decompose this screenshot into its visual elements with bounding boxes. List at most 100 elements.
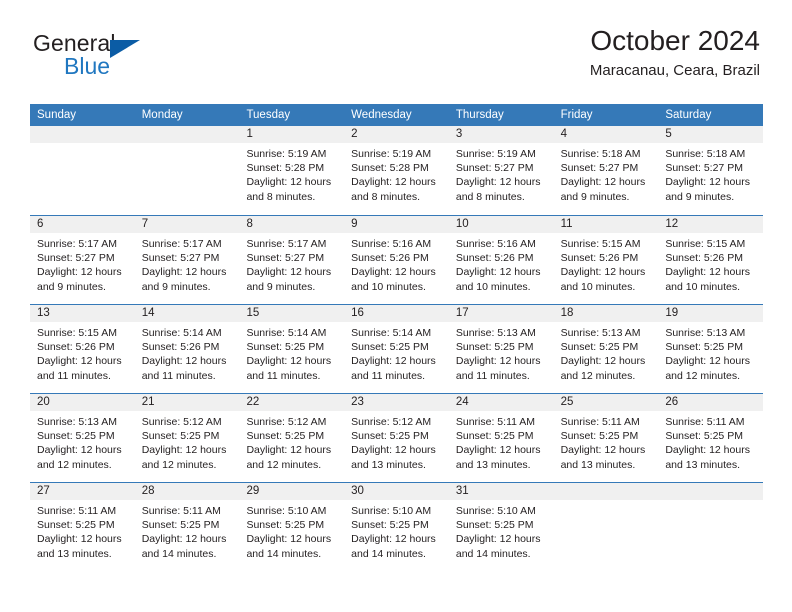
day-details: Sunrise: 5:14 AM Sunset: 5:26 PM Daylight:… [135, 322, 240, 383]
day-number: 27 [30, 483, 135, 500]
daylight-line-1: Daylight: 12 hours [455, 176, 541, 189]
day-details: Sunrise: 5:18 AM Sunset: 5:27 PM Daylight:… [658, 143, 763, 204]
daylight-line-2: and 9 minutes. [141, 280, 211, 293]
calendar-week-row: 6 Sunrise: 5:17 AM Sunset: 5:27 PM Daylight… [30, 215, 764, 304]
daylight-line-1: Daylight: 12 hours [37, 355, 122, 368]
sunset-time: Sunset: 5:25 PM [141, 430, 220, 443]
day-details: Sunrise: 5:12 AM Sunset: 5:25 PM Daylight:… [344, 411, 449, 472]
daylight-line-2: and 8 minutes. [351, 190, 421, 203]
daylight-line-1: Daylight: 12 hours [455, 444, 541, 457]
sunset-time: Sunset: 5:25 PM [37, 430, 115, 443]
calendar-day-cell[interactable]: 29 Sunrise: 5:10 AM Sunset: 5:25 PM Dayligh… [239, 483, 345, 571]
daylight-line-2: and 8 minutes. [246, 190, 316, 203]
calendar-day-cell[interactable]: 31 Sunrise: 5:10 AM Sunset: 5:25 PM Dayligh… [448, 483, 554, 571]
calendar-day-cell[interactable]: 7 Sunrise: 5:17 AM Sunset: 5:27 PM Daylight… [134, 216, 240, 304]
calendar-day-cell[interactable]: 30 Sunrise: 5:10 AM Sunset: 5:25 PM Dayligh… [344, 483, 449, 571]
sunrise-time: Sunrise: 5:13 AM [455, 327, 536, 339]
calendar-day-cell[interactable]: 21 Sunrise: 5:12 AM Sunset: 5:25 PM Dayligh… [134, 394, 240, 482]
sunrise-time: Sunrise: 5:12 AM [351, 416, 432, 428]
daylight-line-2: and 10 minutes. [560, 280, 636, 293]
calendar-day-cell[interactable]: 20 Sunrise: 5:13 AM Sunset: 5:25 PM Dayligh… [30, 394, 135, 482]
calendar-day-cell[interactable]: 22 Sunrise: 5:12 AM Sunset: 5:25 PM Dayligh… [239, 394, 345, 482]
calendar-day-cell[interactable]: 23 Sunrise: 5:12 AM Sunset: 5:25 PM Dayligh… [344, 394, 449, 482]
daylight-line-2: and 12 minutes. [141, 458, 217, 471]
day-number: 18 [553, 305, 659, 322]
calendar-day-cell[interactable]: 18 Sunrise: 5:13 AM Sunset: 5:25 PM Dayligh… [553, 305, 659, 393]
calendar-day-cell[interactable]: 16 Sunrise: 5:14 AM Sunset: 5:25 PM Dayligh… [344, 305, 449, 393]
daylight-line-2: and 9 minutes. [665, 190, 735, 203]
sunrise-time: Sunrise: 5:19 AM [455, 148, 536, 160]
day-number: 9 [344, 216, 449, 233]
calendar-day-cell[interactable]: 1 Sunrise: 5:19 AM Sunset: 5:28 PM Daylight… [239, 126, 345, 215]
calendar-day-cell[interactable]: 17 Sunrise: 5:13 AM Sunset: 5:25 PM Dayligh… [448, 305, 554, 393]
calendar-day-cell[interactable]: 27 Sunrise: 5:11 AM Sunset: 5:25 PM Dayligh… [30, 483, 135, 571]
calendar-day-cell-empty [134, 126, 240, 215]
calendar-day-cell[interactable]: 19 Sunrise: 5:13 AM Sunset: 5:25 PM Dayligh… [658, 305, 764, 393]
calendar-day-cell[interactable]: 28 Sunrise: 5:11 AM Sunset: 5:25 PM Dayligh… [134, 483, 240, 571]
sunrise-time: Sunrise: 5:11 AM [141, 505, 221, 517]
day-number: 2 [344, 126, 449, 143]
sunrise-time: Sunrise: 5:15 AM [37, 327, 117, 339]
daylight-line-2: and 8 minutes. [455, 190, 525, 203]
sunset-time: Sunset: 5:26 PM [37, 341, 115, 354]
daylight-line-1: Daylight: 12 hours [246, 176, 332, 189]
day-number: 3 [448, 126, 554, 143]
day-details: Sunrise: 5:13 AM Sunset: 5:25 PM Daylight:… [30, 411, 135, 472]
daylight-line-2: and 13 minutes. [37, 547, 112, 560]
daylight-line-1: Daylight: 12 hours [351, 533, 436, 546]
calendar-day-cell[interactable]: 26 Sunrise: 5:11 AM Sunset: 5:25 PM Dayligh… [658, 394, 764, 482]
calendar-grid: Sunday Monday Tuesday Wednesday Thursday Frid… [30, 104, 764, 571]
calendar-day-cell[interactable]: 3 Sunrise: 5:19 AM Sunset: 5:27 PM Daylight… [448, 126, 554, 215]
sunset-time: Sunset: 5:25 PM [351, 430, 429, 443]
calendar-day-cell[interactable]: 14 Sunrise: 5:14 AM Sunset: 5:26 PM Dayligh… [134, 305, 240, 393]
sunrise-time: Sunrise: 5:16 AM [351, 238, 432, 250]
day-details: Sunrise: 5:13 AM Sunset: 5:25 PM Daylight:… [449, 322, 554, 383]
calendar-day-cell[interactable]: 13 Sunrise: 5:15 AM Sunset: 5:26 PM Dayligh… [30, 305, 135, 393]
day-details: Sunrise: 5:15 AM Sunset: 5:26 PM Daylight:… [30, 322, 135, 383]
day-of-week-saturday: Saturday [665, 109, 712, 121]
calendar-day-cell[interactable]: 25 Sunrise: 5:11 AM Sunset: 5:25 PM Dayligh… [553, 394, 659, 482]
day-number: 1 [239, 126, 345, 143]
calendar-day-cell[interactable]: 12 Sunrise: 5:15 AM Sunset: 5:26 PM Dayligh… [658, 216, 764, 304]
calendar-day-cell[interactable]: 11 Sunrise: 5:15 AM Sunset: 5:26 PM Dayligh… [553, 216, 659, 304]
day-details: Sunrise: 5:11 AM Sunset: 5:25 PM Daylight:… [658, 411, 763, 472]
day-number: 26 [658, 394, 764, 411]
sunrise-time: Sunrise: 5:18 AM [560, 148, 641, 160]
calendar-day-cell[interactable]: 10 Sunrise: 5:16 AM Sunset: 5:26 PM Dayligh… [448, 216, 554, 304]
sunset-time: Sunset: 5:25 PM [560, 430, 639, 443]
day-number: 10 [448, 216, 554, 233]
day-details: Sunrise: 5:16 AM Sunset: 5:26 PM Daylight:… [344, 233, 449, 294]
daylight-line-2: and 12 minutes. [665, 369, 741, 382]
calendar-day-cell[interactable]: 2 Sunrise: 5:19 AM Sunset: 5:28 PM Daylight… [344, 126, 449, 215]
sunrise-time: Sunrise: 5:11 AM [455, 416, 536, 428]
sunset-time: Sunset: 5:27 PM [665, 162, 743, 175]
brand-logo[interactable]: General Blue [32, 28, 272, 88]
sunset-time: Sunset: 5:26 PM [455, 252, 534, 265]
daylight-line-1: Daylight: 12 hours [455, 266, 541, 279]
calendar-day-cell[interactable]: 24 Sunrise: 5:11 AM Sunset: 5:25 PM Dayligh… [448, 394, 554, 482]
day-details: Sunrise: 5:16 AM Sunset: 5:26 PM Daylight:… [449, 233, 554, 294]
calendar-day-cell[interactable]: 8 Sunrise: 5:17 AM Sunset: 5:27 PM Daylight… [239, 216, 345, 304]
day-of-week-sunday: Sunday [37, 109, 77, 121]
day-details: Sunrise: 5:13 AM Sunset: 5:25 PM Daylight:… [658, 322, 763, 383]
sunrise-time: Sunrise: 5:14 AM [141, 327, 222, 339]
calendar-day-cell[interactable]: 15 Sunrise: 5:14 AM Sunset: 5:25 PM Dayligh… [239, 305, 345, 393]
daylight-line-2: and 14 minutes. [246, 547, 322, 560]
sunrise-time: Sunrise: 5:14 AM [351, 327, 432, 339]
daylight-line-2: and 11 minutes. [37, 369, 111, 382]
sunset-time: Sunset: 5:28 PM [351, 162, 429, 175]
day-details: Sunrise: 5:15 AM Sunset: 5:26 PM Daylight:… [658, 233, 763, 294]
calendar-day-cell[interactable]: 6 Sunrise: 5:17 AM Sunset: 5:27 PM Daylight… [30, 216, 135, 304]
sunset-time: Sunset: 5:27 PM [560, 162, 639, 175]
daylight-line-1: Daylight: 12 hours [351, 176, 436, 189]
day-details: Sunrise: 5:10 AM Sunset: 5:25 PM Daylight:… [239, 500, 344, 561]
calendar-day-cell[interactable]: 4 Sunrise: 5:18 AM Sunset: 5:27 PM Daylight… [553, 126, 659, 215]
daylight-line-1: Daylight: 12 hours [351, 444, 436, 457]
sunrise-time: Sunrise: 5:13 AM [665, 327, 746, 339]
calendar-day-cell[interactable]: 9 Sunrise: 5:16 AM Sunset: 5:26 PM Daylight… [344, 216, 449, 304]
calendar-day-cell[interactable]: 5 Sunrise: 5:18 AM Sunset: 5:27 PM Daylight… [658, 126, 764, 215]
calendar-day-cell-empty [30, 126, 135, 215]
daylight-line-1: Daylight: 12 hours [246, 444, 332, 457]
daylight-line-1: Daylight: 12 hours [246, 266, 332, 279]
page-subtitle: Maracanau, Ceara, Brazil [589, 62, 760, 79]
